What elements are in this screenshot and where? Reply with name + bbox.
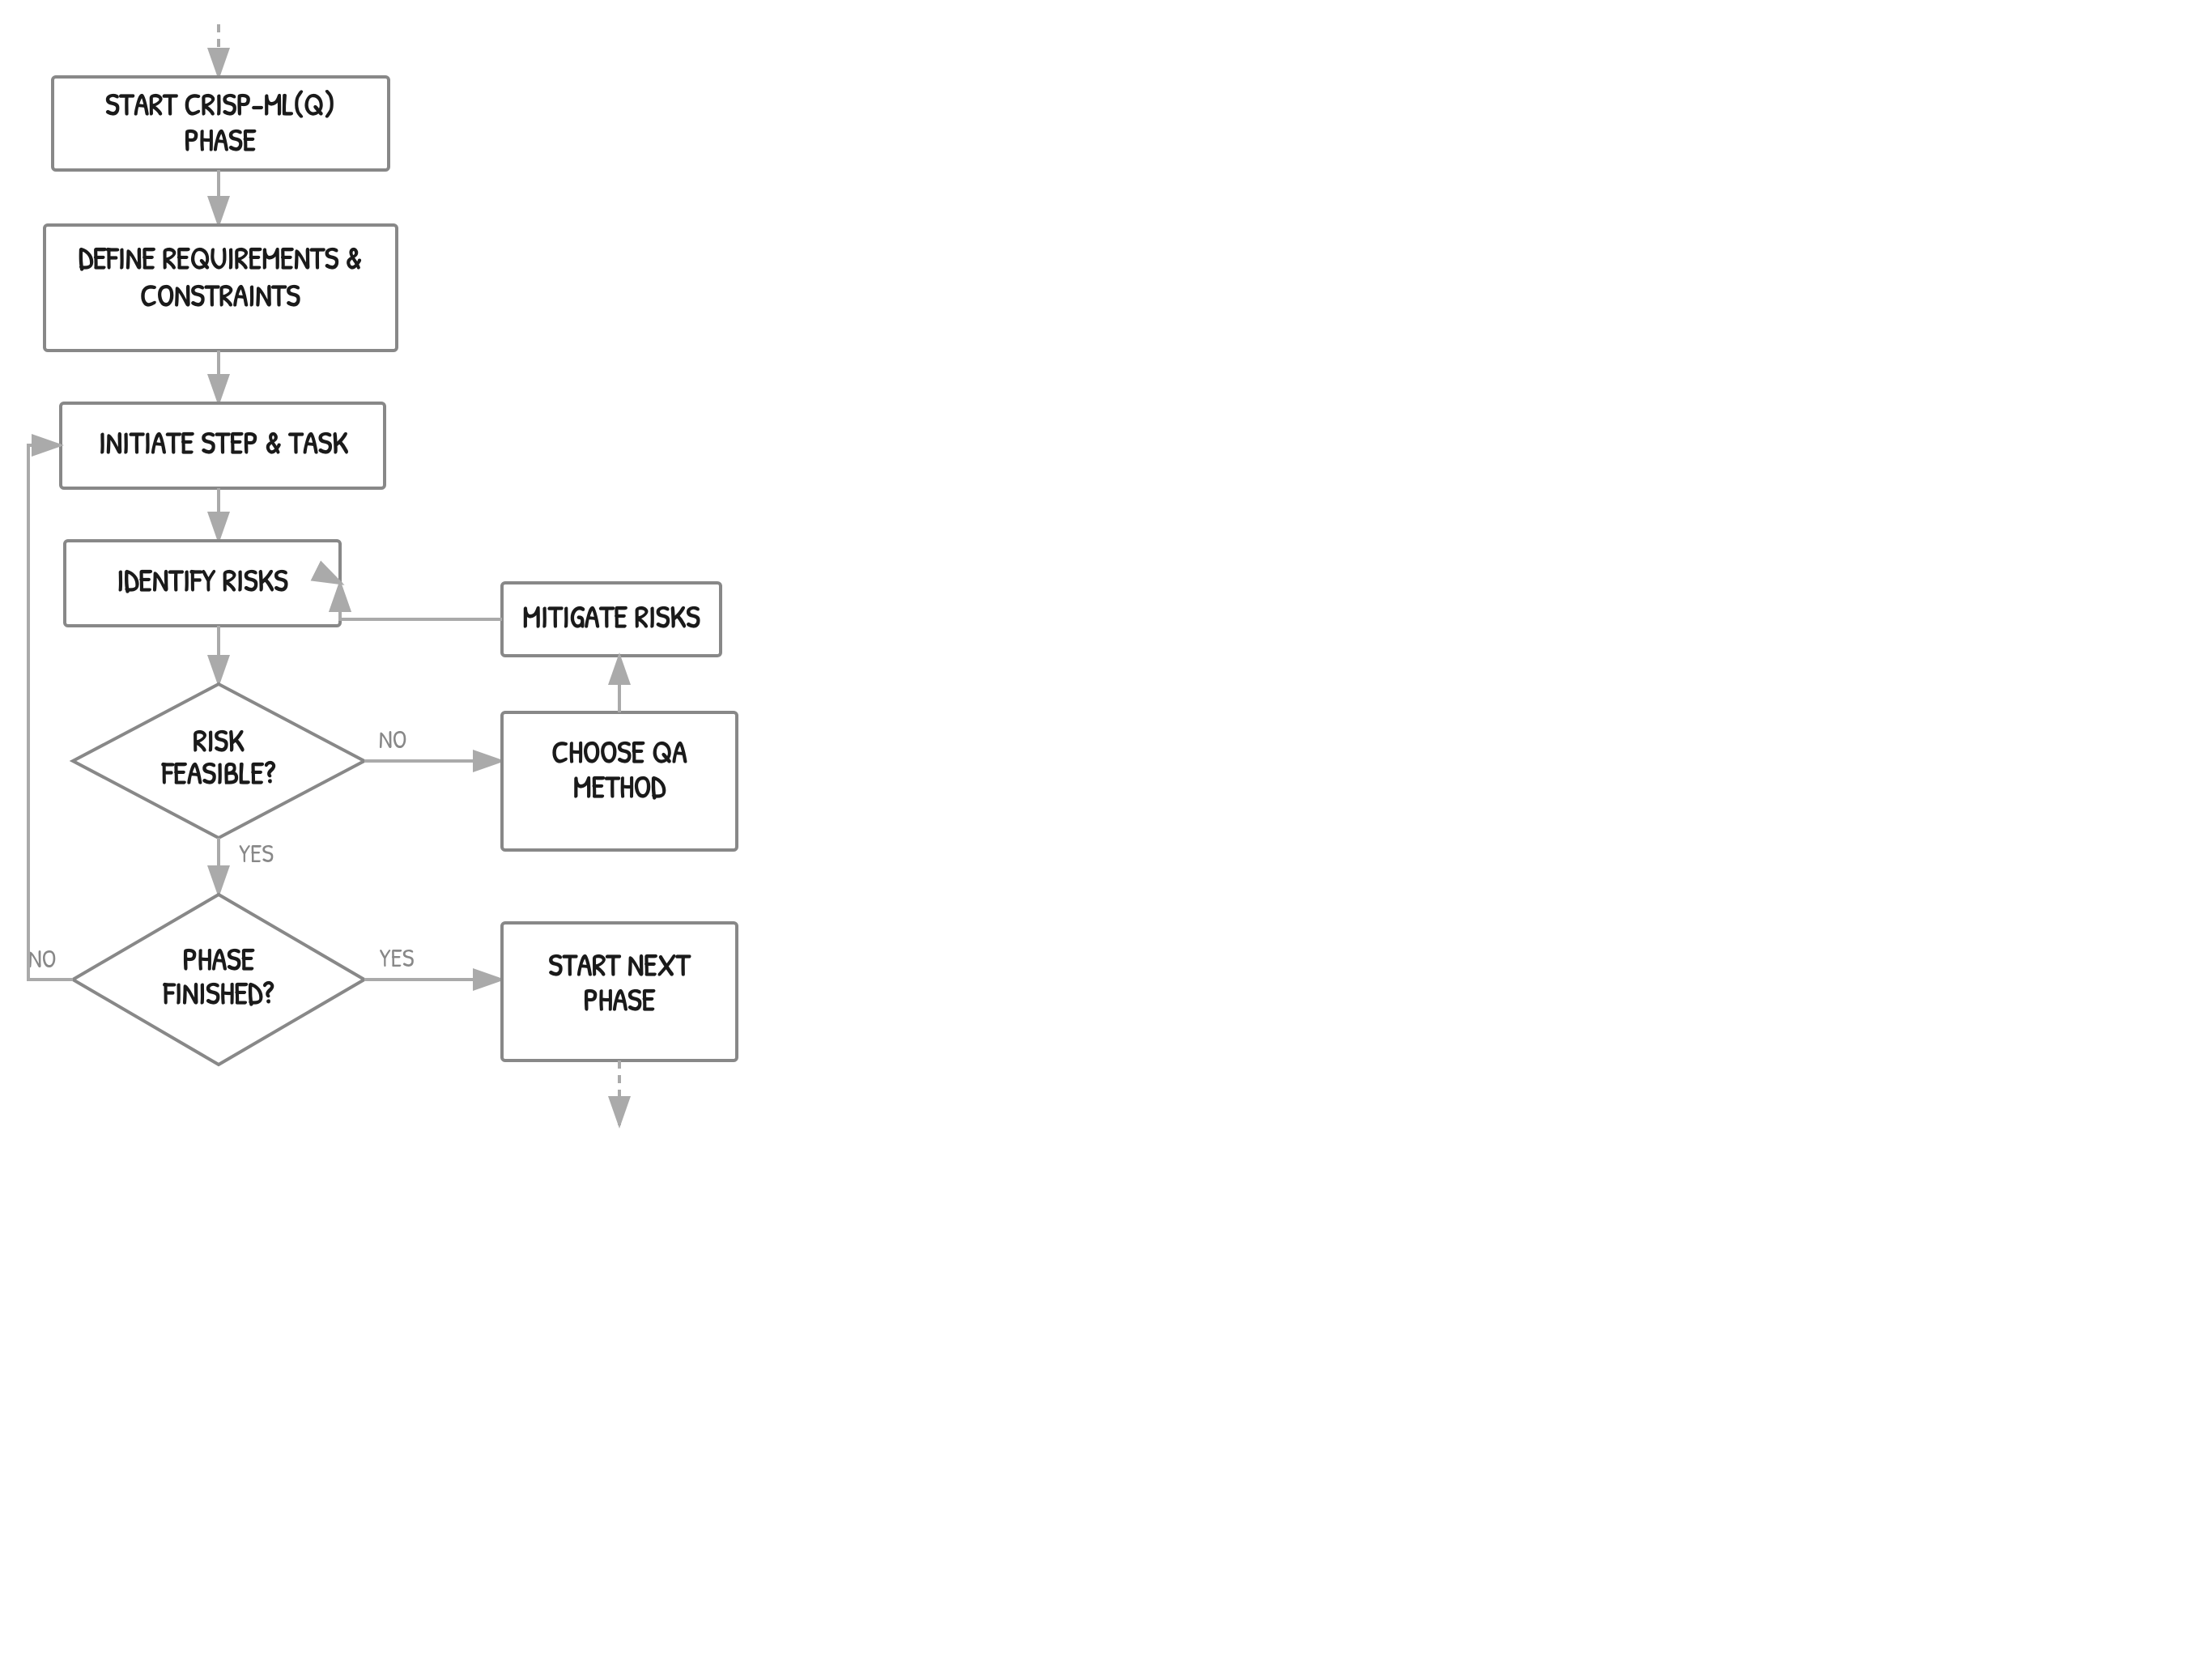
initiate-label: INITIATE STEP & TASK <box>99 421 348 463</box>
choose-qa-label2: METHOD <box>573 765 666 807</box>
define-label2: CONSTRAINTS <box>140 274 300 316</box>
start-next-box: START NEXT PHASE <box>502 923 737 1061</box>
no-label-phase: NO <box>28 941 57 976</box>
mitigate-label: MITIGATE RISKS <box>522 595 700 637</box>
no-phase-back-arrow <box>28 445 73 980</box>
initiate-box: INITIATE STEP & TASK <box>61 403 385 488</box>
yes-label-phase: YES <box>380 940 415 975</box>
identify-label: IDENTIFY RISKS <box>117 559 288 601</box>
identify-box: IDENTIFY RISKS <box>65 541 340 626</box>
phase-label2: FINISHED? <box>163 971 274 1014</box>
risk-feasible-diamond: RISK FEASIBLE? <box>73 684 364 838</box>
start-next-label2: PHASE <box>584 978 656 1020</box>
no-label-risk: NO <box>379 721 407 756</box>
start-label2: PHASE <box>185 118 257 160</box>
start-box: START CRISP-ML(Q) PHASE <box>53 77 389 170</box>
phase-finished-diamond: PHASE FINISHED? <box>73 895 364 1065</box>
choose-qa-box: CHOOSE QA METHOD <box>502 712 737 850</box>
yes-label-risk: YES <box>239 835 274 870</box>
mitigate-box: MITIGATE RISKS <box>502 583 721 656</box>
arrow-mitigate-identify <box>340 583 502 619</box>
mitigate-to-identify-path <box>340 583 501 619</box>
define-label1: DEFINE REQUIREMENTS & <box>79 236 362 278</box>
define-box: DEFINE REQUIREMENTS & CONSTRAINTS <box>45 225 397 351</box>
risk-label2: FEASIBLE? <box>161 751 276 793</box>
